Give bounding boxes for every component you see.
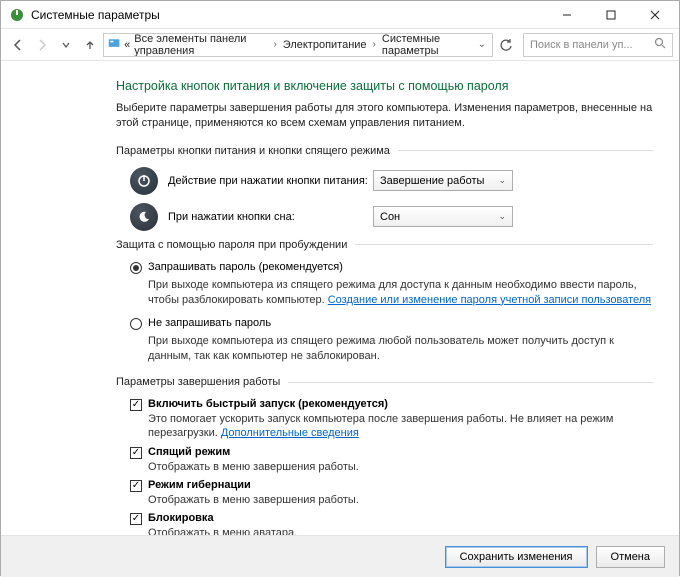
content-area: Настройка кнопок питания и включение защ… xyxy=(1,61,679,535)
breadcrumb-item-1[interactable]: Все элементы панели управления xyxy=(134,33,267,57)
checkbox-fast-startup[interactable]: Включить быстрый запуск (рекомендуется) xyxy=(130,398,653,411)
close-button[interactable] xyxy=(633,1,677,29)
maximize-button[interactable] xyxy=(589,1,633,29)
section-buttons-title: Параметры кнопки питания и кнопки спящег… xyxy=(116,145,653,157)
minimize-button[interactable] xyxy=(545,1,589,29)
save-button[interactable]: Сохранить изменения xyxy=(445,546,588,568)
checkbox-icon xyxy=(130,447,142,459)
section-password-title: Защита с помощью пароля при пробуждении xyxy=(116,239,653,251)
chevron-down-icon[interactable]: ⌄ xyxy=(476,39,488,50)
control-panel-icon xyxy=(108,37,120,53)
sleep-button-label: При нажатии кнопки сна: xyxy=(168,211,373,223)
app-icon xyxy=(9,7,25,23)
power-icon xyxy=(130,167,158,195)
chevron-right-icon: › xyxy=(371,39,378,50)
radio-icon xyxy=(130,318,142,330)
checkbox-icon xyxy=(130,480,142,492)
radio-require-password[interactable]: Запрашивать пароль (рекомендуется) xyxy=(130,261,653,274)
checkbox-lock-desc: Отображать в меню аватара. xyxy=(148,526,653,535)
power-button-label: Действие при нажатии кнопки питания: xyxy=(168,175,373,187)
checkbox-icon xyxy=(130,513,142,525)
page-intro: Выберите параметры завершения работы для… xyxy=(116,101,653,131)
search-input[interactable]: Поиск в панели уп... xyxy=(523,33,673,57)
breadcrumb[interactable]: « Все элементы панели управления › Элект… xyxy=(103,33,493,57)
search-icon xyxy=(654,37,666,52)
sleep-button-action-row: При нажатии кнопки сна: Сон⌄ xyxy=(130,203,653,231)
refresh-button[interactable] xyxy=(495,34,517,56)
footer: Сохранить изменения Отмена xyxy=(1,535,679,577)
navbar: « Все элементы панели управления › Элект… xyxy=(1,29,679,61)
page-heading: Настройка кнопок питания и включение защ… xyxy=(116,79,653,93)
power-button-action-select[interactable]: Завершение работы⌄ xyxy=(373,170,513,191)
checkbox-sleep[interactable]: Спящий режим xyxy=(130,446,653,459)
radio-require-password-desc: При выходе компьютера из спящего режима … xyxy=(148,278,653,308)
search-placeholder: Поиск в панели уп... xyxy=(530,39,633,51)
cancel-button[interactable]: Отмена xyxy=(596,546,665,568)
radio-no-password-label: Не запрашивать пароль xyxy=(148,317,271,329)
link-more-info[interactable]: Дополнительные сведения xyxy=(221,427,359,439)
moon-icon xyxy=(130,203,158,231)
back-button[interactable] xyxy=(7,34,29,56)
breadcrumb-item-2[interactable]: Электропитание xyxy=(283,39,367,51)
checkbox-fast-startup-label: Включить быстрый запуск (рекомендуется) xyxy=(148,398,388,410)
checkbox-sleep-label: Спящий режим xyxy=(148,446,230,458)
sleep-button-action-select[interactable]: Сон⌄ xyxy=(373,206,513,227)
chevron-down-icon: ⌄ xyxy=(498,175,506,186)
section-shutdown-title: Параметры завершения работы xyxy=(116,376,653,388)
titlebar: Системные параметры xyxy=(1,1,679,29)
checkbox-sleep-desc: Отображать в меню завершения работы. xyxy=(148,460,653,474)
breadcrumb-item-3[interactable]: Системные параметры xyxy=(382,33,472,57)
checkbox-lock-label: Блокировка xyxy=(148,512,214,524)
checkbox-hibernate-desc: Отображать в меню завершения работы. xyxy=(148,493,653,507)
radio-icon xyxy=(130,262,142,274)
checkbox-icon xyxy=(130,399,142,411)
checkbox-hibernate-label: Режим гибернации xyxy=(148,479,251,491)
forward-button[interactable] xyxy=(31,34,53,56)
chevron-down-icon: ⌄ xyxy=(498,211,506,222)
power-button-action-row: Действие при нажатии кнопки питания: Зав… xyxy=(130,167,653,195)
checkbox-hibernate[interactable]: Режим гибернации xyxy=(130,479,653,492)
radio-require-password-label: Запрашивать пароль (рекомендуется) xyxy=(148,261,343,273)
window-title: Системные параметры xyxy=(31,8,545,22)
link-create-password[interactable]: Создание или изменение пароля учетной за… xyxy=(328,294,651,306)
checkbox-lock[interactable]: Блокировка xyxy=(130,512,653,525)
up-button[interactable] xyxy=(79,34,101,56)
checkbox-fast-startup-desc: Это помогает ускорить запуск компьютера … xyxy=(148,412,653,441)
radio-no-password[interactable]: Не запрашивать пароль xyxy=(130,317,653,330)
radio-no-password-desc: При выходе компьютера из спящего режима … xyxy=(148,334,653,364)
chevron-right-icon: › xyxy=(271,39,278,50)
recent-button[interactable] xyxy=(55,34,77,56)
breadcrumb-prefix: « xyxy=(124,39,130,51)
